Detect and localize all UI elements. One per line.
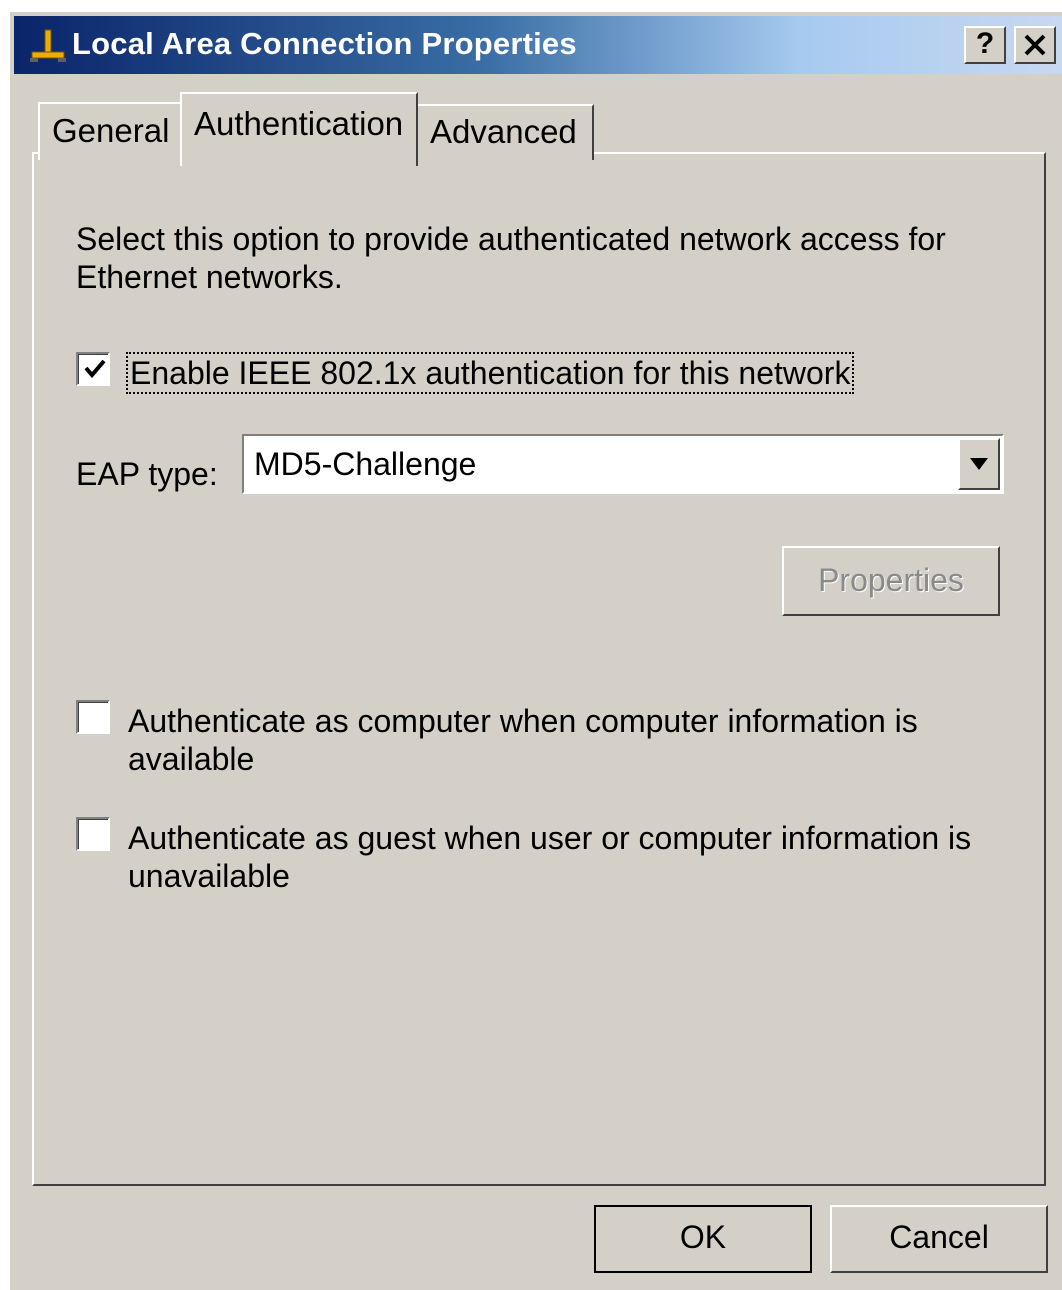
enable-8021x-label[interactable]: Enable IEEE 802.1x authentication for th…: [126, 352, 855, 394]
ok-button[interactable]: OK: [594, 1205, 812, 1273]
window-title: Local Area Connection Properties: [72, 26, 577, 61]
checkmark-icon: [84, 359, 106, 379]
tab-authentication[interactable]: Authentication: [180, 92, 418, 166]
cancel-button[interactable]: Cancel: [830, 1205, 1048, 1273]
help-button[interactable]: ?: [964, 26, 1006, 64]
network-connection-icon: [30, 29, 66, 62]
eap-type-label: EAP type:: [76, 456, 218, 492]
tab-panel-authentication: [32, 152, 1046, 1186]
eap-type-dropdown-button[interactable]: [958, 438, 1000, 490]
properties-dialog: Local Area Connection Properties ? Gener…: [10, 12, 1062, 1290]
eap-type-value: MD5-Challenge: [254, 446, 477, 482]
close-icon: [1024, 34, 1046, 56]
auth-as-guest-label[interactable]: Authenticate as guest when user or compu…: [128, 819, 988, 895]
auth-as-computer-checkbox[interactable]: [76, 700, 110, 734]
auth-as-guest-checkbox[interactable]: [76, 817, 110, 851]
enable-8021x-checkbox[interactable]: [76, 352, 110, 386]
auth-as-computer-label[interactable]: Authenticate as computer when computer i…: [128, 702, 948, 778]
close-button[interactable]: [1014, 26, 1056, 64]
authentication-description: Select this option to provide authentica…: [76, 221, 946, 295]
properties-button[interactable]: Properties: [782, 546, 1000, 616]
tab-general[interactable]: General: [38, 102, 182, 160]
chevron-down-icon: [970, 458, 988, 470]
eap-type-select[interactable]: MD5-Challenge: [242, 434, 1004, 494]
title-bar[interactable]: Local Area Connection Properties ?: [14, 16, 1062, 74]
tab-advanced[interactable]: Advanced: [416, 104, 594, 160]
